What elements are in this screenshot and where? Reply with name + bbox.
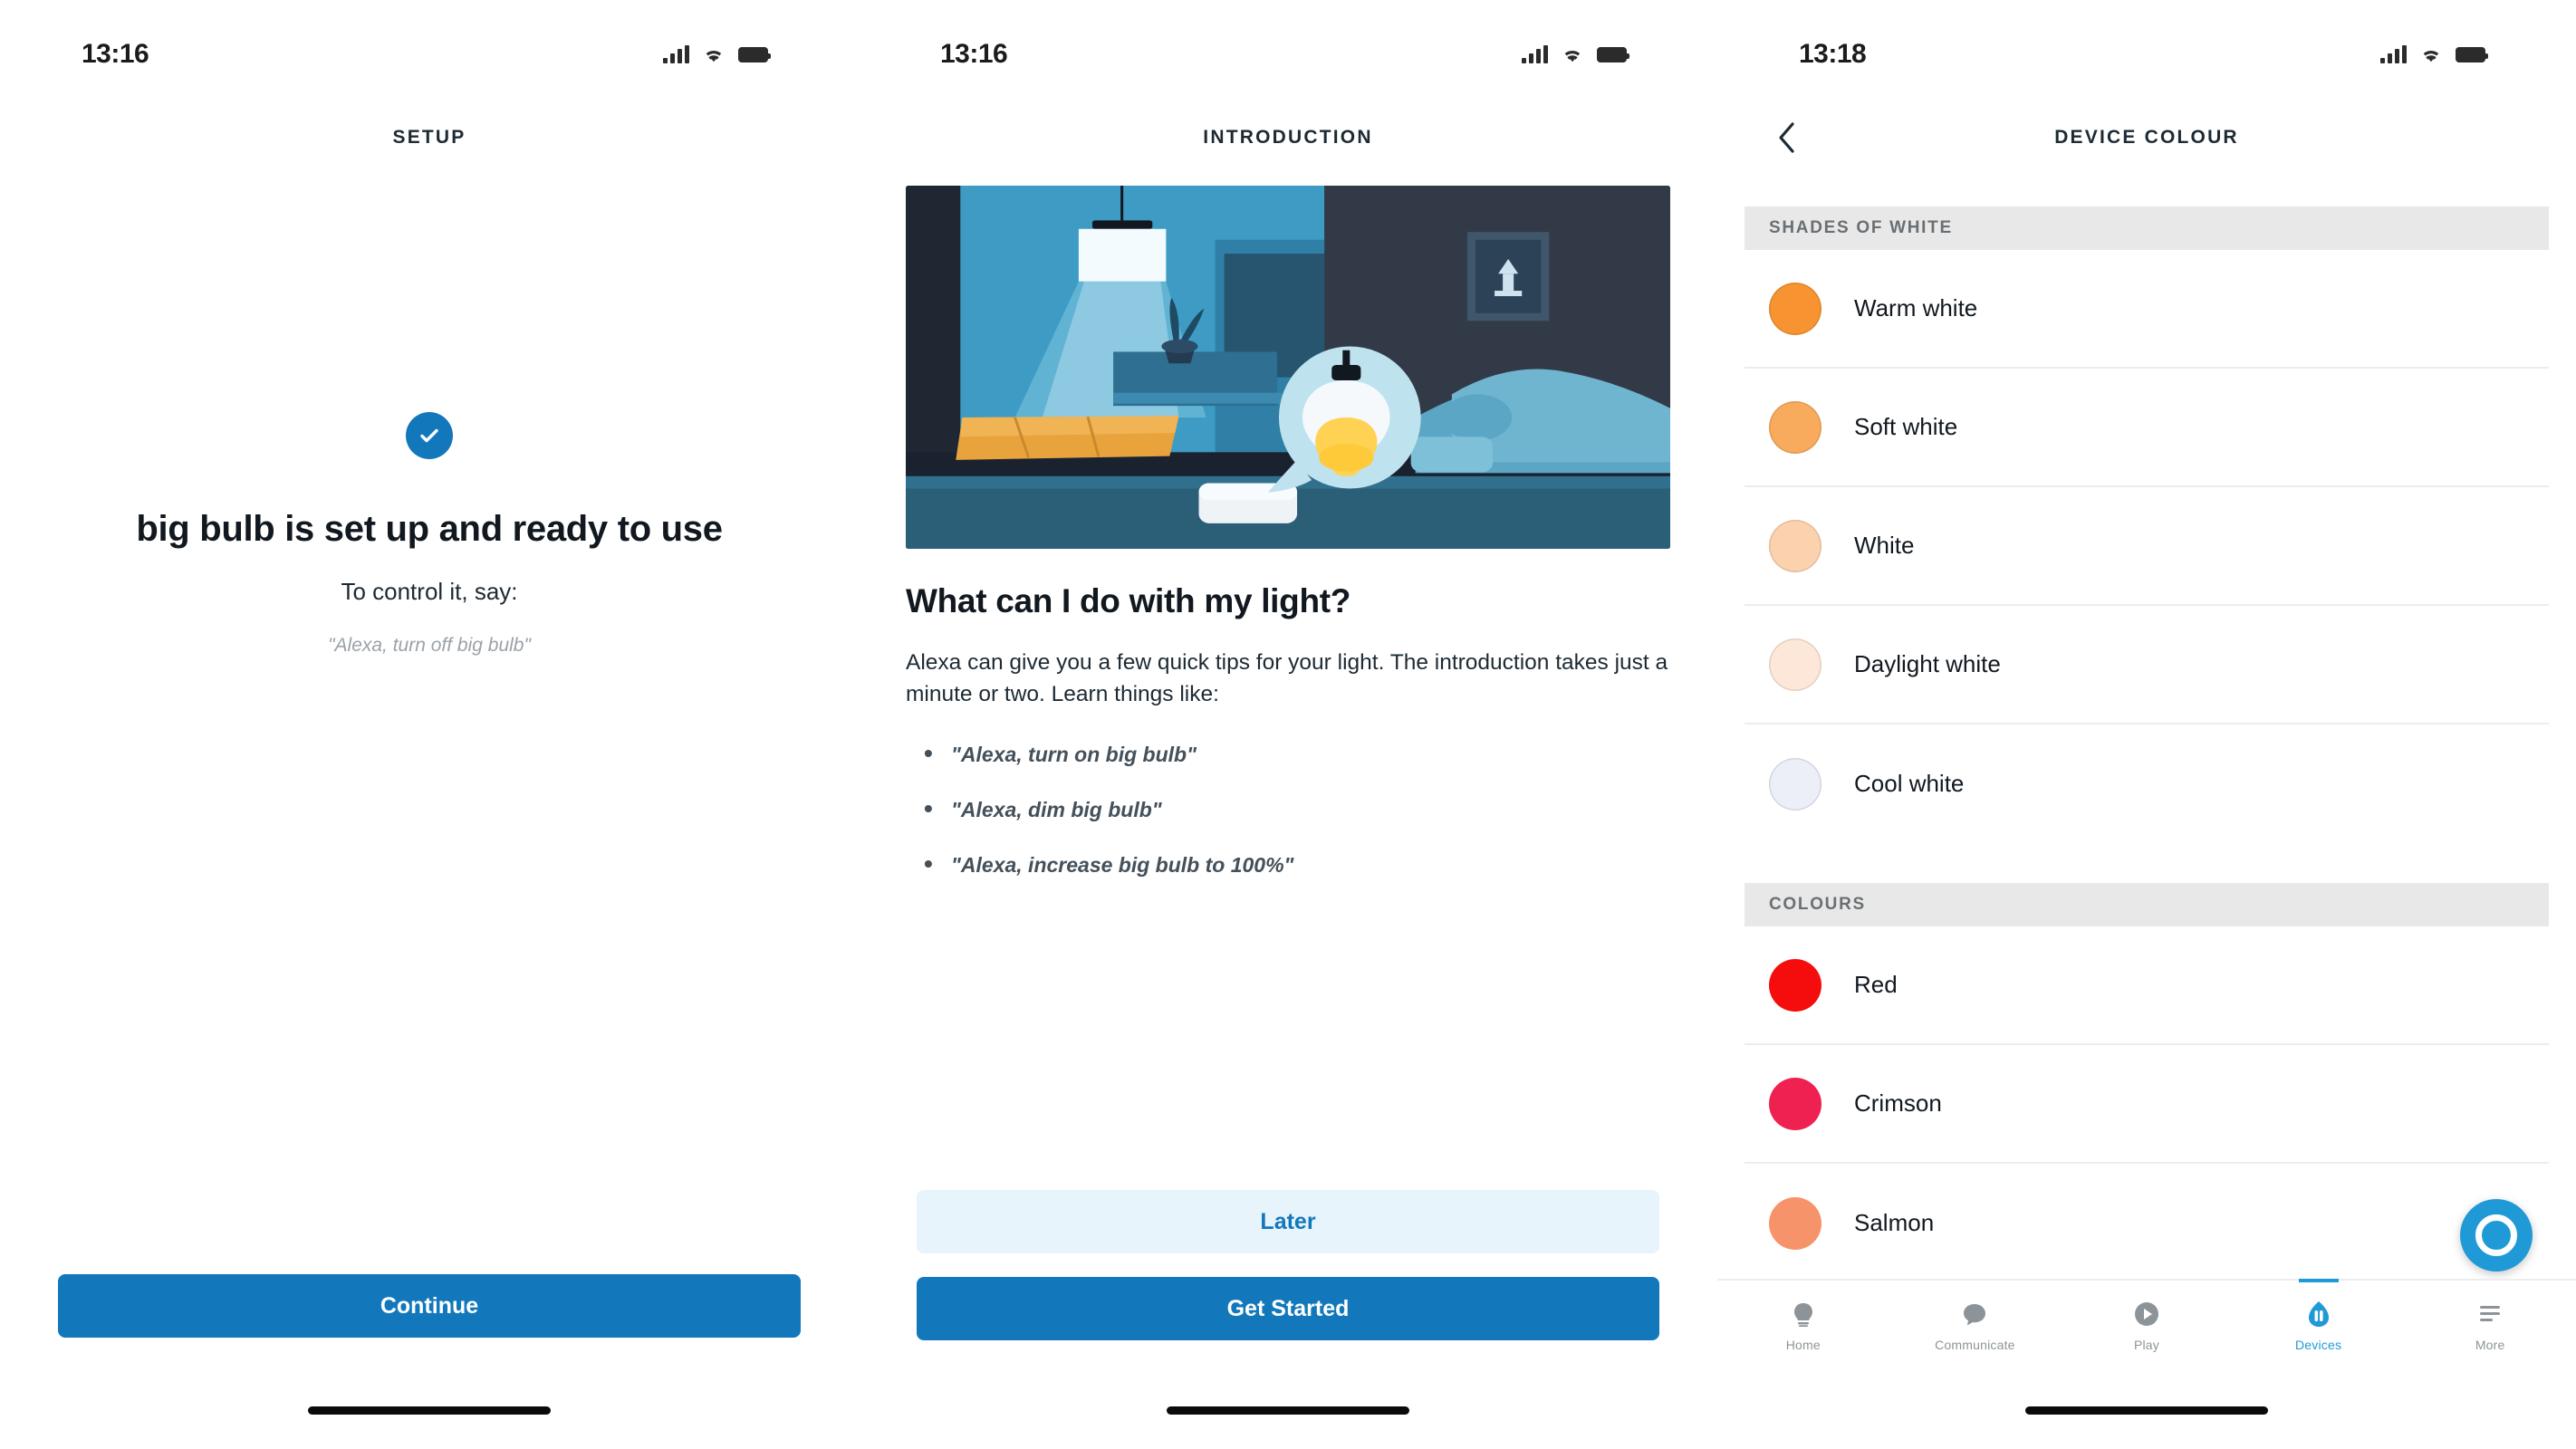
wifi-icon	[2423, 50, 2439, 62]
colour-swatch	[1769, 1077, 1821, 1130]
colour-swatch	[1769, 958, 1821, 1012]
colour-label: Warm white	[1854, 294, 1978, 321]
tab-label: Communicate	[1935, 1337, 2015, 1352]
tab-communicate[interactable]: Communicate	[1889, 1281, 2062, 1366]
bedroom-smart-light-illustration	[906, 186, 1670, 549]
later-button[interactable]: Later	[917, 1190, 1659, 1253]
alexa-ring-icon[interactable]	[2460, 1199, 2533, 1271]
setup-content: big bulb is set up and ready to use To c…	[0, 181, 859, 1214]
colour-option-soft-white[interactable]: Soft white	[1745, 369, 2549, 487]
section-header-label: COLOURS	[1769, 895, 1866, 914]
screen-introduction: 13:16 INTRODUCTION What can I do with my…	[859, 0, 1717, 1449]
colour-swatch	[1769, 1196, 1821, 1250]
screen-device-colour: 13:18 DEVICE COLOUR SHADES OF WHITE Warm…	[1717, 0, 2576, 1449]
section-header-shades-of-white: SHADES OF WHITE	[1745, 206, 2549, 250]
colour-swatch	[1769, 282, 1821, 335]
colour-option-daylight-white[interactable]: Daylight white	[1745, 606, 2549, 724]
status-icons	[1522, 45, 1629, 63]
screen-setup: 13:16 SETUP big bulb is set up and ready…	[0, 0, 859, 1449]
devices-icon	[2307, 1299, 2331, 1329]
tab-play[interactable]: Play	[2061, 1281, 2233, 1366]
colour-swatch	[1769, 519, 1821, 572]
home-indicator[interactable]	[308, 1406, 551, 1415]
status-time: 13:18	[1799, 39, 1867, 69]
tab-label: Devices	[2294, 1337, 2342, 1352]
chat-bubble-icon	[1962, 1299, 1987, 1329]
colour-label: Red	[1854, 971, 1898, 998]
cellular-bars-icon	[1522, 45, 1548, 63]
colour-label: Soft white	[1854, 413, 1958, 440]
screenshot-root: 13:16 SETUP big bulb is set up and ready…	[0, 0, 2576, 1449]
list-item: "Alexa, dim big bulb"	[924, 794, 1670, 823]
wifi-icon	[706, 50, 722, 62]
status-time: 13:16	[82, 39, 149, 69]
setup-subtitle: To control it, say:	[341, 578, 518, 606]
voice-command-list: "Alexa, turn on big bulb" "Alexa, dim bi…	[906, 739, 1670, 878]
tab-label: More	[2475, 1337, 2505, 1352]
introduction-paragraph: Alexa can give you a few quick tips for …	[906, 650, 1668, 706]
get-started-button[interactable]: Get Started	[917, 1277, 1659, 1340]
colour-label: Crimson	[1854, 1089, 1942, 1117]
hamburger-icon	[2477, 1299, 2503, 1329]
colour-swatch	[1769, 638, 1821, 691]
status-bar: 13:18	[1717, 0, 2576, 109]
colour-label: Daylight white	[1854, 650, 2001, 677]
chevron-left-icon[interactable]	[1768, 120, 1804, 156]
status-bar: 13:16	[859, 0, 1717, 109]
status-icons	[663, 45, 771, 63]
battery-icon	[1597, 46, 1629, 62]
nav-bar-device-colour: DEVICE COLOUR	[1717, 109, 2576, 167]
nav-bar-introduction: INTRODUCTION	[859, 109, 1717, 167]
check-circle-icon	[406, 412, 453, 459]
setup-title: big bulb is set up and ready to use	[136, 509, 723, 549]
colour-label: White	[1854, 532, 1915, 559]
colour-option-red[interactable]: Red	[1745, 926, 2549, 1045]
setup-voice-example: "Alexa, turn off big bulb"	[328, 635, 531, 657]
colour-option-cool-white[interactable]: Cool white	[1745, 724, 2549, 843]
tab-home[interactable]: Home	[1717, 1281, 1889, 1366]
alexa-ring-inner	[2488, 1227, 2504, 1243]
introduction-actions: Later Get Started	[917, 1190, 1659, 1340]
section-header-label: SHADES OF WHITE	[1769, 218, 1953, 237]
cellular-bars-icon	[663, 45, 689, 63]
home-icon	[1792, 1299, 1815, 1329]
nav-bar-setup: SETUP	[0, 109, 859, 167]
tab-label: Play	[2133, 1337, 2159, 1352]
list-item: "Alexa, increase big bulb to 100%"	[924, 849, 1670, 878]
tab-label: Home	[1785, 1337, 1821, 1352]
colour-swatch	[1769, 400, 1821, 454]
alexa-ring-outer	[2475, 1214, 2517, 1256]
success-indicator	[406, 412, 453, 459]
section-header-colours: COLOURS	[1745, 883, 2549, 926]
setup-actions: Continue	[58, 1274, 801, 1338]
colour-label: Cool white	[1854, 770, 1965, 797]
colour-swatch	[1769, 757, 1821, 811]
page-title: DEVICE COLOUR	[2054, 127, 2239, 148]
colour-option-salmon[interactable]: Salmon	[1745, 1164, 2549, 1282]
page-title: INTRODUCTION	[1203, 127, 1373, 148]
status-time: 13:16	[940, 39, 1008, 69]
tab-more[interactable]: More	[2404, 1281, 2576, 1366]
introduction-content: What can I do with my light? Alexa can g…	[859, 186, 1717, 908]
page-title: SETUP	[392, 127, 466, 148]
battery-icon	[2456, 46, 2488, 62]
status-icons	[2380, 45, 2488, 63]
continue-button[interactable]: Continue	[58, 1274, 801, 1338]
wifi-icon	[1564, 50, 1581, 62]
colour-option-white[interactable]: White	[1745, 487, 2549, 606]
colour-label: Salmon	[1854, 1209, 1935, 1236]
tab-devices[interactable]: Devices	[2233, 1281, 2405, 1366]
home-indicator[interactable]	[2025, 1406, 2268, 1415]
colour-option-crimson[interactable]: Crimson	[1745, 1045, 2549, 1164]
introduction-heading: What can I do with my light?	[906, 582, 1351, 619]
list-item: "Alexa, turn on big bulb"	[924, 739, 1670, 768]
status-bar: 13:16	[0, 0, 859, 109]
play-circle-icon	[2133, 1299, 2160, 1329]
colour-list-scroll[interactable]: SHADES OF WHITE Warm white Soft white Wh…	[1717, 167, 2576, 1295]
bottom-tab-bar: Home Communicate Play Devices More	[1717, 1279, 2576, 1366]
colour-option-warm-white[interactable]: Warm white	[1745, 250, 2549, 369]
battery-icon	[738, 46, 771, 62]
cellular-bars-icon	[2380, 45, 2407, 63]
home-indicator[interactable]	[1167, 1406, 1409, 1415]
